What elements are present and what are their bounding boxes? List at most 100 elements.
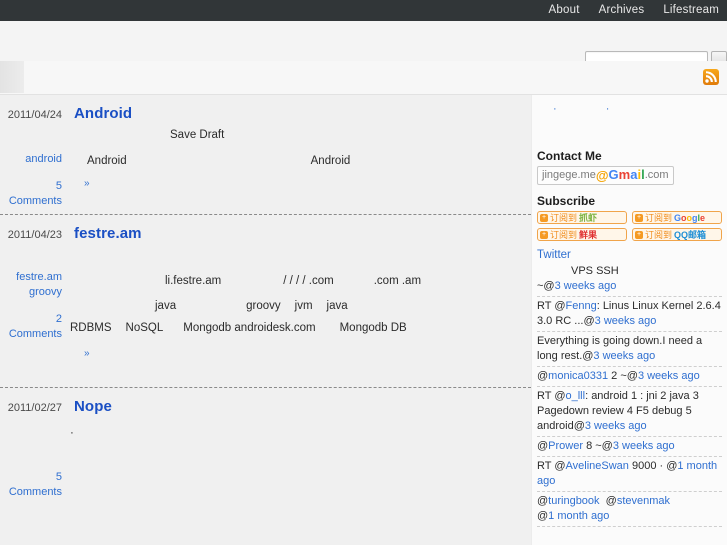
site-logo[interactable]: [0, 61, 24, 93]
post-line-text: ·: [70, 427, 74, 439]
tweet-timestamp[interactable]: 3 weeks ago: [555, 280, 617, 292]
email-user: jingege.me: [542, 169, 596, 181]
post-header: 2011/04/24 Android: [0, 95, 531, 122]
post-comments-link[interactable]: 5 Comments: [0, 470, 62, 500]
qqmail-logo: QQ邮箱: [674, 230, 707, 240]
post-meta: festre.am groovy 2 Comments: [0, 270, 62, 342]
tweet-body: @: [537, 510, 549, 522]
subscribe-label: 订阅到: [550, 213, 578, 223]
nav-item-archives[interactable]: Archives: [599, 0, 645, 21]
tweet-handle-link[interactable]: Fenng: [566, 300, 597, 312]
post-header: 2011/04/23 festre.am: [0, 215, 531, 242]
tweet-prefix: RT @: [537, 390, 566, 402]
contact-email-badge[interactable]: jingege.me @ Gmail .com: [537, 166, 674, 185]
post-read-more-link[interactable]: »: [84, 178, 90, 189]
tweet-handle-link[interactable]: Prower: [548, 440, 583, 452]
twitter-title[interactable]: Twitter: [537, 249, 722, 261]
tweet-body: 8 ~@: [583, 440, 613, 452]
tweet-timestamp[interactable]: 3 weeks ago: [638, 370, 700, 382]
tweet-prefix: @: [537, 495, 549, 507]
post-tag-link[interactable]: festre.am: [0, 270, 62, 285]
post-text: Save Draft Android Android »: [70, 122, 531, 193]
top-nav-links: About Archives Lifestream: [549, 0, 719, 21]
sidebar-top-link[interactable]: ·: [553, 103, 557, 115]
post-text: li.festre.am / / / / .com .com .am java gro…: [70, 242, 531, 369]
post-title[interactable]: festre.am: [74, 225, 142, 242]
contact-title: Contact Me: [537, 149, 602, 163]
page-root: About Archives Lifestream 2011/04/24 And…: [0, 0, 727, 545]
subscribe-button-google[interactable]: + 订阅到 Google: [632, 211, 722, 224]
sidebar-top-link[interactable]: ·: [606, 103, 610, 115]
post-line-text: Mongodb androidesk.com: [183, 322, 316, 334]
post-line-text: Android: [87, 155, 127, 167]
post-date: 2011/04/23: [7, 229, 62, 241]
post-title[interactable]: Nope: [74, 398, 112, 415]
tweet-prefix: RT @: [537, 460, 566, 472]
posts-column: 2011/04/24 Android android 5 Comments Sa…: [0, 95, 531, 545]
post-line-text: RDBMS: [70, 322, 112, 334]
plus-icon: +: [635, 230, 643, 239]
post-header: 2011/02/27 Nope: [0, 388, 531, 415]
zhuaxia-logo: 抓虾: [579, 213, 598, 223]
twitter-item: RT @o_lll: android 1 : jni 2 java 3 Page…: [537, 387, 722, 437]
nav-item-lifestream[interactable]: Lifestream: [663, 0, 719, 21]
post-meta: 5 Comments: [0, 470, 62, 500]
logo-band: [0, 61, 727, 95]
post-line-text: Mongodb DB: [339, 322, 407, 334]
post-body: android 5 Comments Save Draft Android And…: [0, 122, 531, 214]
subscribe-label: 订阅到: [645, 230, 673, 240]
twitter-item: RT @AvelineSwan 9000 · @1 month ago: [537, 457, 722, 492]
post-comments-link[interactable]: 2 Comments: [0, 312, 62, 342]
google-logo: Google: [674, 212, 706, 223]
post-date: 2011/04/24: [7, 109, 62, 121]
xianguo-logo: 鲜果: [579, 230, 598, 240]
subscribe-button-xianguo[interactable]: + 订阅到 鲜果: [537, 228, 627, 241]
twitter-item: VPS SSH ~@3 weeks ago: [537, 262, 722, 297]
tweet-handle-link[interactable]: AvelineSwan: [566, 460, 629, 472]
twitter-item: @turingbook @stevenmak @1 month ago: [537, 492, 722, 527]
post-text: ·: [70, 415, 531, 451]
post-title[interactable]: Android: [74, 105, 132, 122]
twitter-item: @Prower 8 ~@3 weeks ago: [537, 437, 722, 457]
tweet-handle-link[interactable]: o_lll: [566, 390, 586, 402]
tweet-prefix: RT @: [537, 300, 566, 312]
tweet-prefix: ~@: [537, 280, 555, 292]
subscribe-button-zhuaxia[interactable]: + 订阅到 抓虾: [537, 211, 627, 224]
rss-icon[interactable]: [703, 69, 719, 85]
email-tld: .com: [644, 169, 669, 181]
tweet-timestamp[interactable]: 3 weeks ago: [595, 315, 657, 327]
post-comments-link[interactable]: 5 Comments: [0, 179, 62, 209]
twitter-section: Twitter VPS SSH ~@3 weeks ago RT @Fenng:…: [537, 249, 722, 527]
twitter-item: @monica0331 2 ~@3 weeks ago: [537, 367, 722, 387]
tweet-handle-link[interactable]: turingbook: [548, 495, 599, 507]
post-line-text: .com .am: [373, 275, 422, 287]
subscribe-title: Subscribe: [537, 194, 596, 208]
tweet-text: VPS SSH: [571, 265, 619, 277]
post-tag-link[interactable]: groovy: [0, 285, 62, 300]
sidebar-top-links: · ·: [537, 95, 722, 117]
post-date: 2011/02/27: [7, 402, 62, 414]
nav-item-about[interactable]: About: [549, 0, 580, 21]
post-line-text: NoSQL: [125, 322, 164, 334]
tweet-timestamp[interactable]: 3 weeks ago: [593, 350, 655, 362]
subscribe-button-qqmail[interactable]: + 订阅到 QQ邮箱: [632, 228, 722, 241]
tweet-handle-link[interactable]: monica0331: [548, 370, 608, 382]
tweet-timestamp[interactable]: 3 weeks ago: [585, 420, 647, 432]
post-line-text: java: [326, 300, 348, 312]
twitter-item: Everything is going down.I need a long r…: [537, 332, 722, 367]
tweet-body: 2 ~@: [608, 370, 638, 382]
post-tag-link[interactable]: android: [0, 152, 62, 167]
sidebar: · · Contact Me jingege.me @ Gmail .com Subs…: [531, 95, 727, 545]
contact-section: Contact Me jingege.me @ Gmail .com: [537, 149, 722, 185]
email-at-icon: @: [595, 168, 609, 183]
post-line-text: Android: [310, 155, 351, 167]
post-line-text: groovy: [246, 300, 281, 312]
subscribe-label: 订阅到: [645, 213, 673, 223]
tweet-timestamp[interactable]: 3 weeks ago: [613, 440, 675, 452]
tweet-timestamp[interactable]: 1 month ago: [548, 510, 609, 522]
post-read-more-link[interactable]: »: [84, 348, 90, 359]
post-line-text: jvm: [294, 300, 313, 312]
tweet-handle-link-2[interactable]: stevenmak: [617, 495, 670, 507]
email-brand-logo: Gmail: [608, 167, 645, 182]
post-line-text: java: [155, 300, 177, 312]
